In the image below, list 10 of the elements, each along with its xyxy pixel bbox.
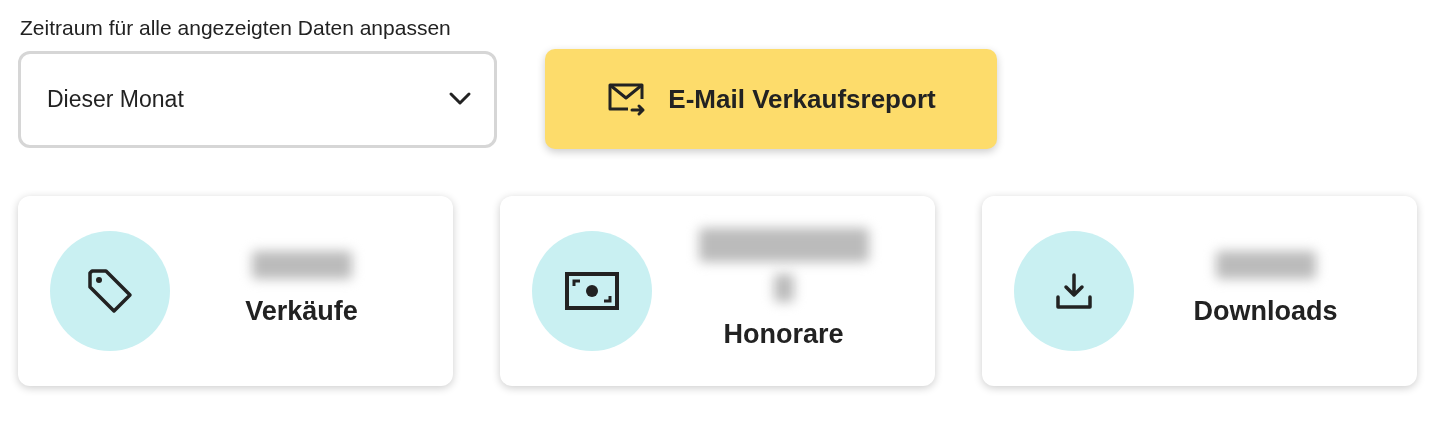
stat-label: Verkäufe [245,295,358,329]
download-icon [1054,271,1094,312]
filter-label: Zeitraum für alle angezeigten Daten anpassen [20,15,452,41]
blurred-value [773,274,794,303]
stat-label: Honorare [723,318,844,352]
stat-label: Downloads [1193,295,1338,329]
email-report-button[interactable]: E-Mail Verkaufsreport [545,49,997,150]
banknote-icon [564,271,620,312]
period-dropdown[interactable]: Dieser Monat [18,50,497,148]
mail-icon [606,81,647,118]
